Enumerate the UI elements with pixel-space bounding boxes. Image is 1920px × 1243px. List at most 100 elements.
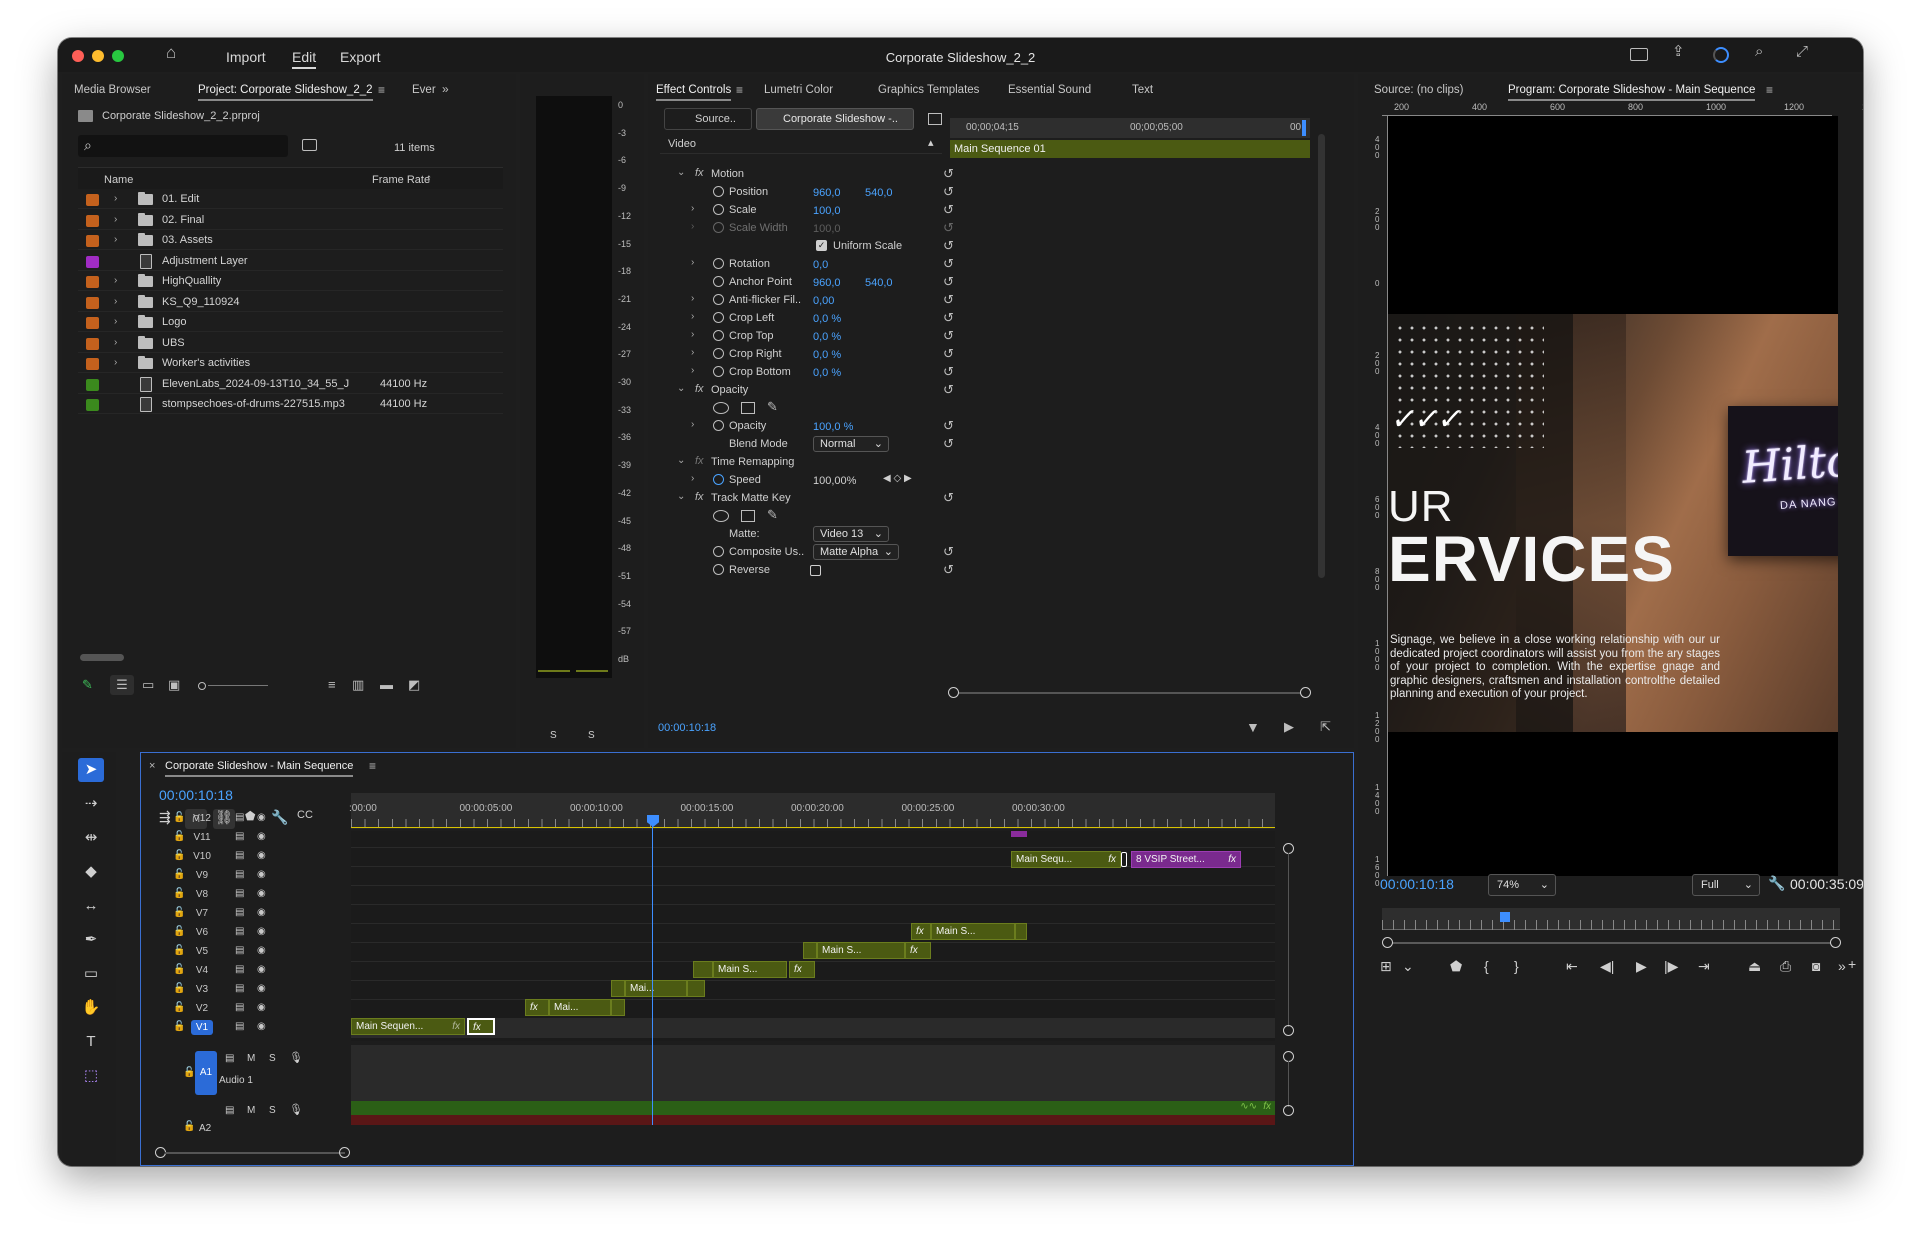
fx-badge[interactable]: fx: [1228, 854, 1236, 865]
video-scroll-bottom[interactable]: [1283, 1025, 1294, 1036]
pm-zoom-start[interactable]: [1382, 937, 1393, 948]
track-name[interactable]: V4: [191, 963, 213, 978]
expand-icon[interactable]: ›: [691, 329, 694, 340]
clip-v1-main[interactable]: Main Sequen... fx: [351, 1018, 465, 1035]
reverse-checkbox[interactable]: [810, 565, 821, 576]
sync-lock-icon[interactable]: ▤: [235, 945, 244, 956]
scale-width-value[interactable]: 100,0: [813, 223, 841, 235]
reset-icon[interactable]: ↺: [943, 166, 954, 182]
reset-icon[interactable]: ↺: [943, 364, 954, 380]
stopwatch-icon[interactable]: [713, 276, 724, 287]
eye-icon[interactable]: ◉: [257, 850, 266, 861]
stopwatch-icon[interactable]: [713, 348, 724, 359]
uniform-scale-checkbox[interactable]: ✓: [816, 240, 827, 251]
project-item[interactable]: › Logo: [78, 312, 503, 332]
pen-mask-icon[interactable]: ✎: [767, 399, 778, 415]
menu-export[interactable]: Export: [340, 49, 380, 65]
clip-v10-purple[interactable]: 8 VSIP Street... fx: [1131, 851, 1241, 868]
extract-icon[interactable]: ⎙: [1780, 958, 1791, 975]
track-select-tool-icon[interactable]: ⇢: [78, 792, 104, 816]
source-clip-button[interactable]: Source..: [664, 108, 752, 130]
ec-timeline-ruler[interactable]: 00;00;04;15 00;00;05;00 00;: [950, 118, 1310, 138]
mark-out-icon[interactable]: }: [1514, 958, 1519, 974]
pm-playhead[interactable]: [1500, 912, 1510, 922]
mark-in-icon[interactable]: {: [1484, 958, 1489, 974]
home-icon[interactable]: ⌂: [166, 44, 176, 61]
eye-icon[interactable]: ◉: [257, 869, 266, 880]
clip-v6-tail[interactable]: [1015, 923, 1027, 940]
fx-badge[interactable]: fx: [794, 964, 802, 975]
solo-button[interactable]: S: [269, 1053, 276, 1064]
lock-icon[interactable]: 🔓: [173, 869, 185, 880]
minimize-window-button[interactable]: [92, 50, 104, 62]
crop-right-value[interactable]: 0,0 %: [813, 349, 841, 361]
step-forward-icon[interactable]: |▶: [1664, 958, 1678, 975]
reset-icon[interactable]: ↺: [943, 238, 954, 254]
fx-icon[interactable]: fx: [695, 491, 704, 503]
track-name[interactable]: V8: [191, 887, 213, 902]
lock-icon[interactable]: 🔓: [173, 907, 185, 918]
audio-clip-a2[interactable]: ∿∿ fx: [351, 1101, 1275, 1115]
timeline-playhead-line[interactable]: [652, 825, 653, 1125]
new-item-icon[interactable]: ◩: [408, 678, 420, 692]
expand-icon[interactable]: ›: [114, 357, 117, 368]
expand-icon[interactable]: ›: [691, 293, 694, 304]
reset-icon[interactable]: ↺: [943, 256, 954, 272]
label-color-swatch[interactable]: [86, 399, 99, 411]
go-to-in-icon[interactable]: ⇤: [1566, 958, 1578, 975]
label-color-swatch[interactable]: [86, 296, 99, 309]
fx-badge[interactable]: fx: [452, 1021, 460, 1032]
go-to-out-icon[interactable]: ⇥: [1698, 958, 1710, 975]
expand-icon[interactable]: ›: [114, 275, 117, 286]
transcribe-tool-icon[interactable]: ⬚: [78, 1064, 104, 1088]
reset-icon[interactable]: ↺: [943, 382, 954, 398]
eye-icon[interactable]: ◉: [257, 983, 266, 994]
project-item[interactable]: › HighQuallity: [78, 271, 503, 291]
clip-v6-fx[interactable]: fx: [911, 923, 931, 940]
sync-lock-icon[interactable]: ▤: [235, 869, 244, 880]
transition-marker[interactable]: [1121, 852, 1127, 867]
sync-lock-icon[interactable]: ▤: [235, 964, 244, 975]
ripple-edit-tool-icon[interactable]: ⇹: [78, 826, 104, 850]
sync-lock-icon[interactable]: ▤: [235, 888, 244, 899]
label-color-swatch[interactable]: [86, 255, 99, 268]
pm-zoom-bar[interactable]: [1388, 942, 1834, 944]
opacity-value[interactable]: 100,0 %: [813, 421, 853, 433]
lock-icon[interactable]: 🔓: [173, 812, 185, 823]
close-window-button[interactable]: [72, 50, 84, 62]
tab-media-browser[interactable]: Media Browser: [74, 84, 151, 96]
crop-bottom-value[interactable]: 0,0 %: [813, 367, 841, 379]
project-item[interactable]: › KS_Q9_110924: [78, 292, 503, 312]
tab-program-monitor[interactable]: Program: Corporate Slideshow - Main Sequ…: [1508, 84, 1756, 101]
expand-icon[interactable]: ›: [691, 311, 694, 322]
icon-view-icon[interactable]: ▭: [142, 678, 154, 692]
list-view-icon[interactable]: ☰: [110, 675, 134, 695]
expand-icon[interactable]: ›: [114, 316, 117, 327]
anchor-y-value[interactable]: 540,0: [865, 277, 893, 289]
track-target-a1[interactable]: A1: [195, 1051, 217, 1095]
zoom-dropdown[interactable]: 74% ⌄: [1488, 874, 1556, 896]
pm-mini-timeline[interactable]: [1382, 908, 1840, 930]
label-color-swatch[interactable]: [86, 358, 99, 370]
collapse-icon[interactable]: ▴: [928, 136, 934, 149]
antiflicker-value[interactable]: 0,00: [813, 295, 834, 307]
label-color-swatch[interactable]: [86, 214, 99, 227]
chevron-down-icon[interactable]: ⌄: [1402, 958, 1414, 975]
clip-v5-head[interactable]: [803, 942, 817, 959]
label-color-swatch[interactable]: [86, 194, 99, 206]
position-x-value[interactable]: 960,0: [813, 187, 841, 199]
reset-icon[interactable]: ↺: [943, 202, 954, 218]
more-tabs-icon[interactable]: »: [442, 82, 449, 96]
play-icon[interactable]: ▶: [1636, 958, 1647, 975]
column-frame-rate[interactable]: Frame Rate: [372, 174, 430, 186]
reset-icon[interactable]: ↺: [943, 544, 954, 560]
project-item[interactable]: › 02. Final: [78, 210, 503, 230]
reset-icon[interactable]: ↺: [943, 292, 954, 308]
clip-v2-fx[interactable]: fx: [525, 999, 549, 1016]
lock-icon[interactable]: 🔓: [173, 926, 185, 937]
hand-tool-icon[interactable]: ✋: [78, 996, 104, 1020]
track-name[interactable]: V12: [191, 811, 213, 826]
project-item[interactable]: › 03. Assets: [78, 230, 503, 250]
audio-scroll-track[interactable]: [1288, 1061, 1289, 1107]
lock-icon[interactable]: 🔓: [173, 945, 185, 956]
